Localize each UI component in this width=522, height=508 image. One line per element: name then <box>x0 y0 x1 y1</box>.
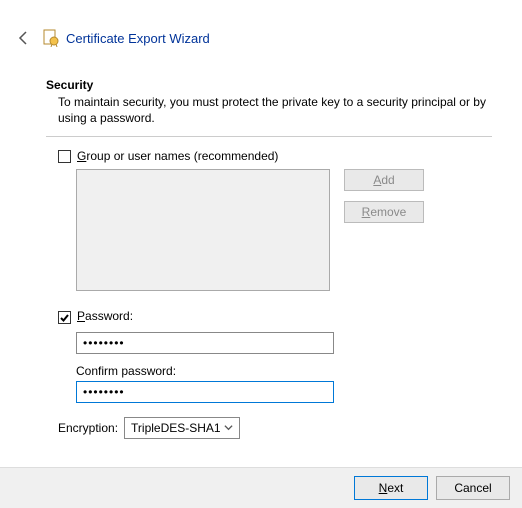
divider <box>46 136 492 137</box>
encryption-selected: TripleDES-SHA1 <box>131 421 221 435</box>
password-label: Password: <box>77 309 133 323</box>
next-button[interactable]: Next <box>354 476 428 500</box>
group-users-listbox <box>76 169 330 291</box>
add-button: Add <box>344 169 424 191</box>
confirm-password-label: Confirm password: <box>76 364 492 378</box>
group-users-checkbox[interactable] <box>58 150 71 163</box>
back-button[interactable] <box>14 28 34 48</box>
section-heading: Security <box>46 78 492 92</box>
password-checkbox[interactable] <box>58 311 71 324</box>
cancel-button[interactable]: Cancel <box>436 476 510 500</box>
confirm-password-input[interactable] <box>76 381 334 403</box>
encryption-select[interactable]: TripleDES-SHA1 <box>124 417 240 439</box>
encryption-label: Encryption: <box>58 421 118 435</box>
group-users-label: Group or user names (recommended) <box>77 149 278 163</box>
certificate-icon <box>42 29 60 47</box>
remove-button: Remove <box>344 201 424 223</box>
chevron-down-icon <box>224 421 233 435</box>
wizard-title: Certificate Export Wizard <box>66 31 210 46</box>
section-subtext: To maintain security, you must protect t… <box>58 94 492 126</box>
password-input[interactable] <box>76 332 334 354</box>
